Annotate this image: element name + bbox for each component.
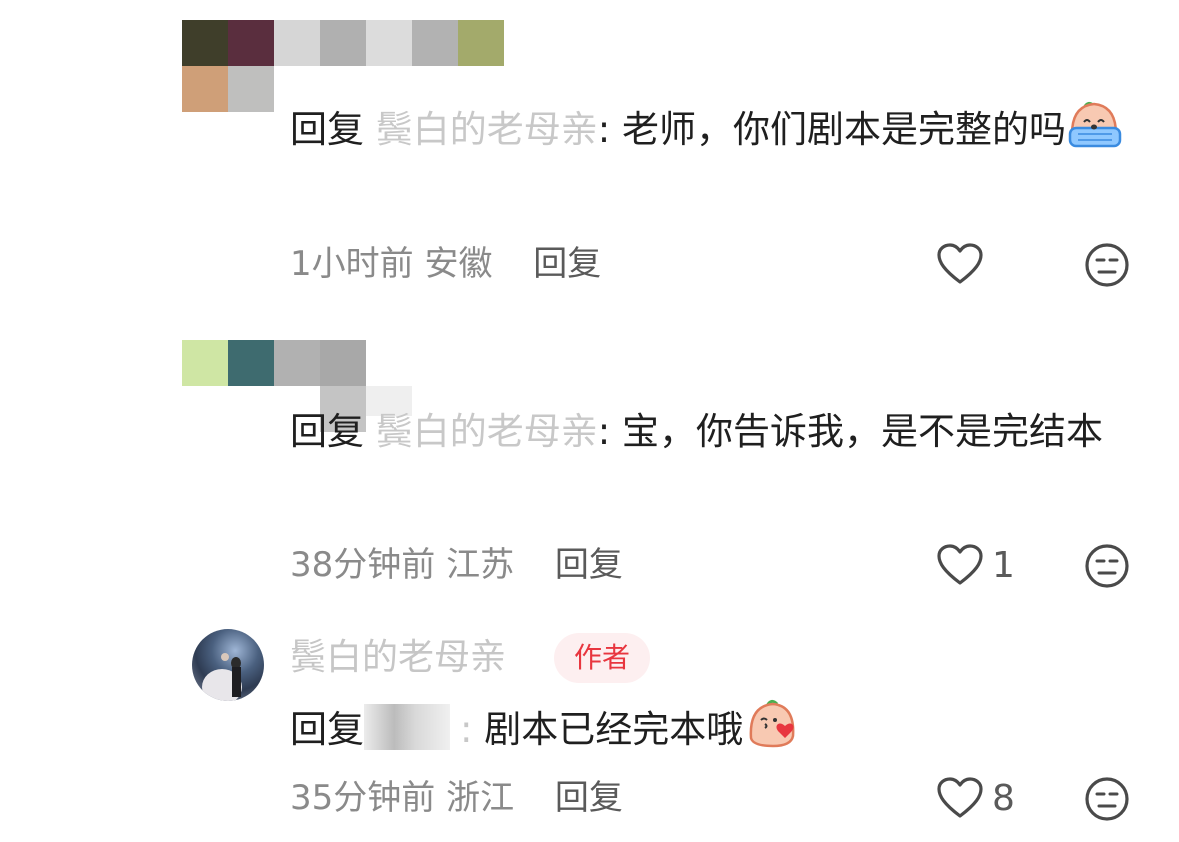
heart-icon (937, 544, 983, 585)
comment-text-2: 回复 鬓白的老母亲: 宝，你告诉我，是不是完结本 (290, 400, 1130, 464)
meh-face-icon (1085, 544, 1129, 588)
comment-meta-2: 38分钟前 江苏 回复 (290, 545, 623, 585)
like-count: 1 (992, 544, 1015, 586)
reply-target-username[interactable]: 鬓白的老母亲 (376, 410, 598, 453)
comment-time: 35分钟前 (290, 778, 436, 818)
comment-body: 剧本已经完本哦 (472, 708, 744, 751)
dislike-button[interactable] (1084, 776, 1130, 826)
comment-body: 老师，你们剧本是完整的吗 (610, 108, 1066, 151)
comment-time: 38分钟前 (290, 545, 436, 585)
comment-body: 宝，你告诉我，是不是完结本 (610, 410, 1103, 453)
comment-text-3: 回复: 剧本已经完本哦 (290, 698, 1130, 768)
crying-peach-emoji (1068, 98, 1122, 168)
author-badge: 作者 (554, 633, 651, 683)
blurred-reply-target (364, 704, 450, 750)
reply-prefix: 回复 (290, 108, 364, 151)
like-button[interactable]: 8 (936, 776, 1015, 820)
comment-meta-3: 35分钟前 浙江 回复 (290, 778, 623, 818)
like-button[interactable] (936, 242, 992, 286)
avatar-image (202, 653, 242, 701)
comment-location: 安徽 (424, 244, 493, 284)
reply-button[interactable]: 回复 (555, 545, 623, 585)
comment-location: 浙江 (446, 778, 515, 818)
reply-button[interactable]: 回复 (533, 244, 601, 284)
heart-icon (937, 243, 983, 284)
comment-location: 江苏 (446, 545, 515, 585)
comment-text-1: 回复 鬓白的老母亲: 老师，你们剧本是完整的吗 (290, 98, 1130, 168)
meh-face-icon (1085, 777, 1129, 821)
dislike-button[interactable] (1084, 242, 1130, 292)
avatar[interactable] (192, 629, 264, 701)
reply-prefix: 回复 (290, 410, 364, 453)
reply-separator: : (460, 708, 473, 751)
reply-button[interactable]: 回复 (555, 778, 623, 818)
comment-time: 1小时前 (290, 244, 414, 284)
dislike-button[interactable] (1084, 543, 1130, 593)
blowing-kiss-peach-emoji (745, 698, 799, 768)
reply-target-username[interactable]: 鬓白的老母亲 (376, 108, 598, 151)
like-button[interactable]: 1 (936, 543, 1015, 587)
comment-meta-1: 1小时前 安徽 回复 (290, 244, 601, 284)
like-count: 8 (992, 777, 1015, 819)
reply-separator: : (597, 410, 611, 453)
reply-prefix: 回复 (290, 708, 364, 751)
meh-face-icon (1085, 243, 1129, 287)
reply-separator: : (597, 108, 611, 151)
author-username[interactable]: 鬓白的老母亲 (290, 636, 506, 680)
heart-icon (937, 777, 983, 818)
